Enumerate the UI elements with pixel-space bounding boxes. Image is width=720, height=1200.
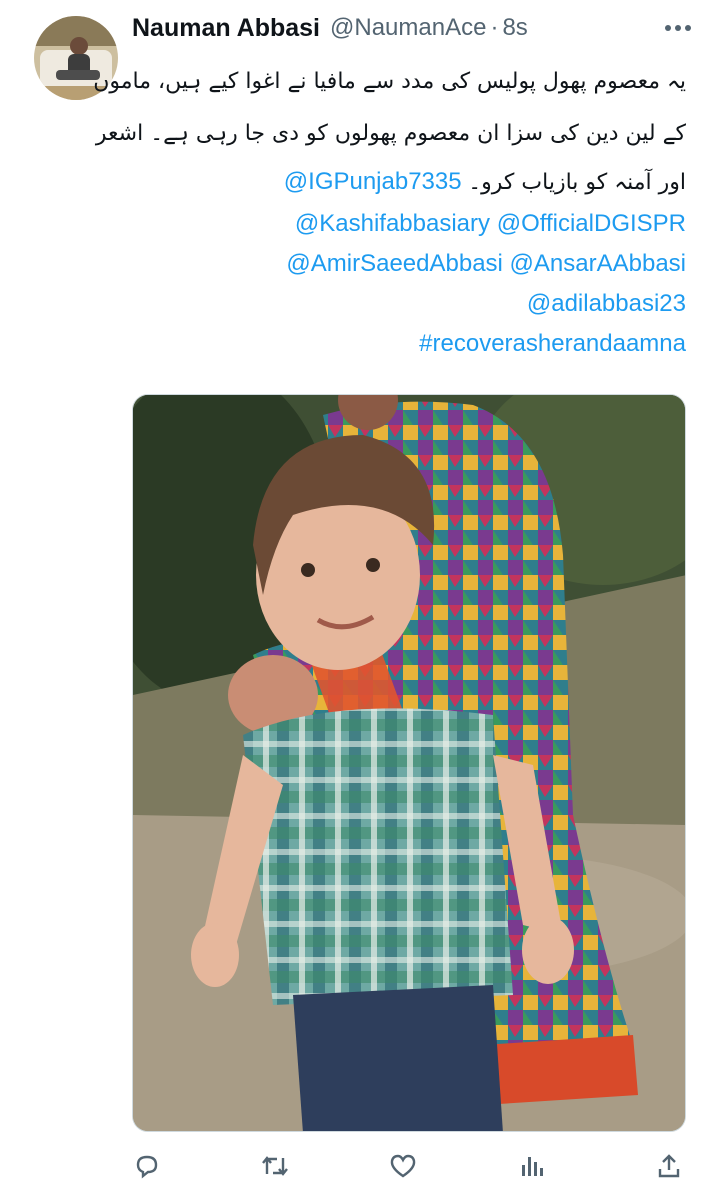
tweet-actions — [0, 1144, 720, 1186]
timestamp[interactable]: 8s — [502, 14, 527, 42]
more-icon — [665, 25, 691, 31]
mention-link[interactable]: @adilabbasi23 — [527, 290, 686, 317]
retweet-button[interactable] — [258, 1150, 292, 1182]
views-icon — [522, 1157, 543, 1176]
retweet-icon — [262, 1156, 288, 1176]
mention-link[interactable]: @IGPunjab7335 — [284, 168, 462, 195]
share-icon — [658, 1154, 680, 1178]
reply-icon — [136, 1155, 158, 1179]
tweet-text-line: یہ معصوم پھول پولیس کی مدد سے مافیا نے ا… — [93, 69, 686, 94]
mention-link[interactable]: @AmirSaeedAbbasi — [286, 250, 502, 277]
hashtag-link[interactable]: #recoverasherandaamna — [419, 330, 686, 357]
mention-line: @adilabbasi23 — [132, 284, 686, 324]
tweet-photo[interactable] — [132, 394, 686, 1132]
hashtag-line: #recoverasherandaamna — [132, 324, 686, 364]
views-button[interactable] — [514, 1150, 548, 1182]
more-button[interactable] — [656, 14, 700, 42]
mention-line: @AmirSaeedAbbasi @AnsarAAbbasi — [132, 244, 686, 284]
separator-dot: · — [490, 14, 499, 41]
mention-link[interactable]: @OfficialDGISPR — [497, 210, 686, 237]
tweet-text-segment: اور آمنہ کو بازیاب کرو۔ — [468, 170, 686, 195]
like-icon — [390, 1154, 416, 1178]
user-handle[interactable]: @NaumanAce — [330, 14, 486, 42]
mention-link[interactable]: @AnsarAAbbasi — [510, 250, 686, 277]
mention-line: @Kashifabbasiary @OfficialDGISPR — [132, 204, 686, 244]
tweet-text: یہ معصوم پھول پولیس کی مدد سے مافیا نے ا… — [93, 56, 686, 364]
tweet-text-line: کے لین دین کی سزا ان معصوم پھولوں کو دی … — [95, 121, 686, 146]
tweet-header: Nauman Abbasi @NaumanAce · 8s — [132, 10, 528, 46]
reply-button[interactable] — [130, 1150, 164, 1182]
share-button[interactable] — [652, 1150, 686, 1182]
photo-illustration — [133, 395, 685, 1131]
like-button[interactable] — [386, 1150, 420, 1182]
mention-link[interactable]: @Kashifabbasiary — [295, 210, 490, 237]
display-name[interactable]: Nauman Abbasi — [132, 14, 320, 43]
tweet-text-line: اور آمنہ کو بازیاب کرو۔ @IGPunjab7335 — [132, 160, 686, 204]
